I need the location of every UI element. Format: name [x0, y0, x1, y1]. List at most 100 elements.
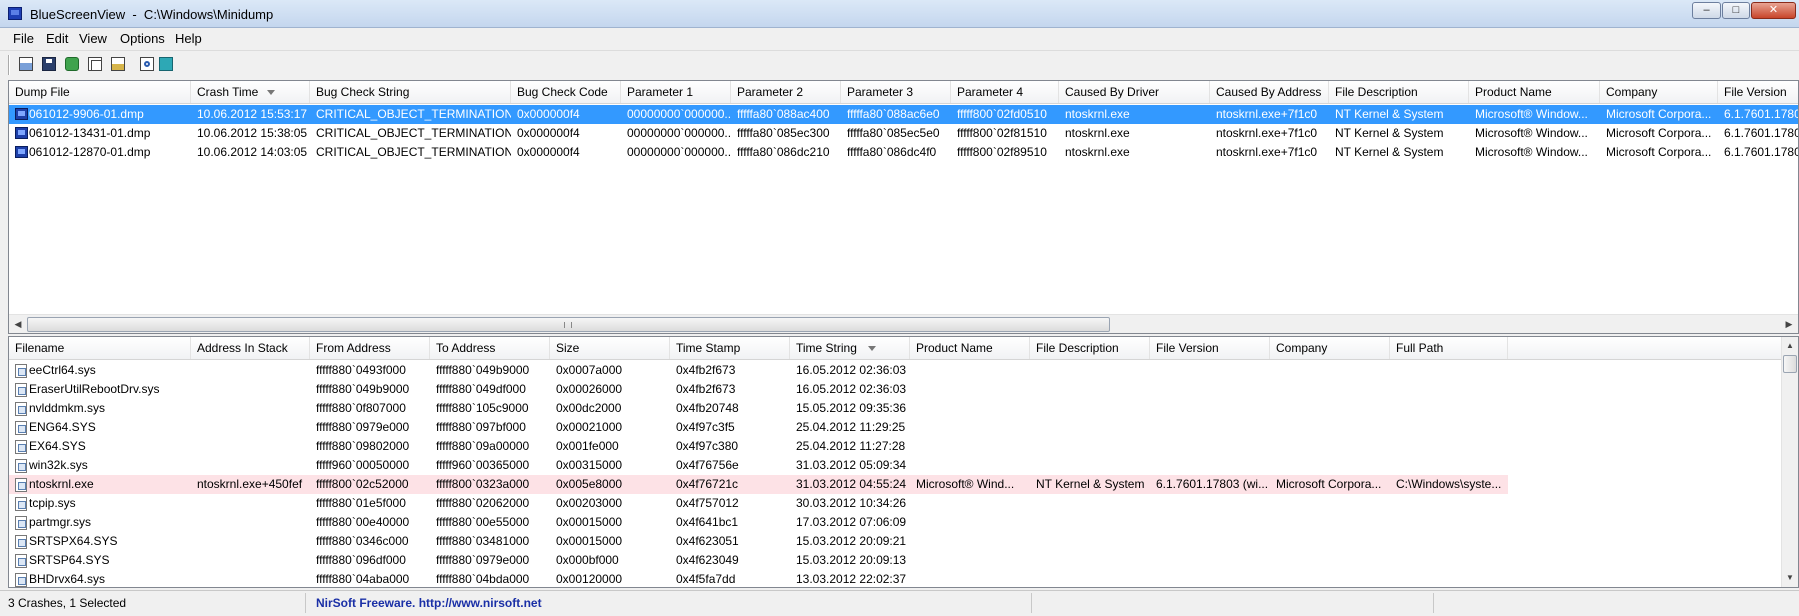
- col-caused-by-address[interactable]: Caused By Address: [1210, 81, 1329, 103]
- cell-file-version: [1150, 361, 1270, 380]
- menu-help[interactable]: Help: [175, 31, 202, 46]
- module-row[interactable]: SRTSP64.SYS fffff880`096df000 fffff880`097…: [9, 551, 1508, 570]
- minimize-button[interactable]: –: [1692, 2, 1721, 19]
- crash-row[interactable]: 061012-13431-01.dmp 10.06.2012 15:38:05 …: [9, 124, 1798, 143]
- properties-icon[interactable]: [17, 55, 35, 73]
- col-company[interactable]: Company: [1270, 337, 1390, 359]
- menu-view[interactable]: View: [79, 31, 107, 46]
- cell-filename: tcpip.sys: [29, 496, 76, 510]
- col-time-string[interactable]: Time String: [790, 337, 910, 359]
- col-file-description[interactable]: File Description: [1329, 81, 1469, 103]
- col-crash-time[interactable]: Crash Time: [191, 81, 310, 103]
- cell-parameter-4: fffff800`02fd0510: [957, 107, 1047, 121]
- cell-time-string: 25.04.2012 11:29:25: [796, 420, 906, 434]
- cell-from-address: fffff880`00e40000: [316, 515, 410, 529]
- col-company[interactable]: Company: [1600, 81, 1718, 103]
- close-button[interactable]: ✕: [1751, 2, 1796, 19]
- maximize-button[interactable]: □: [1722, 2, 1750, 19]
- col-bug-check-code[interactable]: Bug Check Code: [511, 81, 621, 103]
- menu-file[interactable]: File: [13, 31, 34, 46]
- cell-product-name: [910, 456, 1030, 475]
- cell-full-path: [1390, 551, 1508, 570]
- menu-edit[interactable]: Edit: [46, 31, 68, 46]
- col-file-description[interactable]: File Description: [1030, 337, 1150, 359]
- col-caused-by-driver[interactable]: Caused By Driver: [1059, 81, 1210, 103]
- cell-to-address: fffff880`02062000: [436, 496, 530, 510]
- module-row[interactable]: tcpip.sys fffff880`01e5f000 fffff880`02062…: [9, 494, 1508, 513]
- cell-file-version: 6.1.7601.1780: [1724, 107, 1799, 121]
- scroll-right-icon[interactable]: ▶: [1782, 318, 1796, 331]
- cell-bug-check-string: CRITICAL_OBJECT_TERMINATION: [316, 107, 511, 121]
- cell-parameter-1: 00000000`000000...: [627, 126, 731, 140]
- cell-bug-check-code: 0x000000f4: [517, 145, 580, 159]
- col-address-in-stack[interactable]: Address In Stack: [191, 337, 310, 359]
- cell-parameter-2: fffffa80`086dc210: [737, 145, 830, 159]
- col-product-name[interactable]: Product Name: [910, 337, 1030, 359]
- col-file-version[interactable]: File Version: [1150, 337, 1270, 359]
- scroll-left-icon[interactable]: ◀: [11, 318, 25, 331]
- cell-size: 0x005e8000: [556, 477, 623, 491]
- col-filename[interactable]: Filename: [9, 337, 191, 359]
- cell-from-address: fffff800`02c52000: [316, 477, 409, 491]
- cell-company: Microsoft Corpora...: [1606, 126, 1712, 140]
- module-row[interactable]: eeCtrl64.sys fffff880`0493f000 fffff880`04…: [9, 361, 1508, 380]
- cell-product-name: Microsoft® Wind...: [916, 477, 1015, 491]
- col-file-version[interactable]: File Version: [1718, 81, 1798, 103]
- col-time-stamp[interactable]: Time Stamp: [670, 337, 790, 359]
- col-parameter-1[interactable]: Parameter 1: [621, 81, 731, 103]
- module-row[interactable]: BHDrvx64.sys fffff880`04aba000 fffff880`04…: [9, 570, 1508, 587]
- module-row[interactable]: partmgr.sys fffff880`00e40000 fffff880`00e…: [9, 513, 1508, 532]
- module-row[interactable]: nvlddmkm.sys fffff880`0f807000 fffff880`10…: [9, 399, 1508, 418]
- find-icon[interactable]: [138, 55, 156, 73]
- save-icon[interactable]: [40, 55, 58, 73]
- col-from-address[interactable]: From Address: [310, 337, 430, 359]
- cell-product-name: [910, 380, 1030, 399]
- col-to-address[interactable]: To Address: [430, 337, 550, 359]
- module-row[interactable]: EraserUtilRebootDrv.sys fffff880`049b9000…: [9, 380, 1508, 399]
- module-list[interactable]: Filename Address In Stack From Address T…: [8, 336, 1799, 588]
- crash-row[interactable]: 061012-9906-01.dmp 10.06.2012 15:53:17 C…: [9, 105, 1799, 124]
- col-dump-file[interactable]: Dump File: [9, 81, 191, 103]
- cell-address-in-stack: [191, 437, 310, 456]
- cell-crash-time: 10.06.2012 15:53:17: [197, 107, 308, 121]
- module-row[interactable]: SRTSPX64.SYS fffff880`0346c000 fffff880`03…: [9, 532, 1508, 551]
- scroll-up-icon[interactable]: ▲: [1784, 339, 1796, 353]
- scrollbar-thumb[interactable]: [1783, 355, 1797, 373]
- scroll-down-icon[interactable]: ▼: [1784, 571, 1796, 585]
- refresh-icon[interactable]: [63, 55, 81, 73]
- module-row[interactable]: ENG64.SYS fffff880`0979e000 fffff880`097bf…: [9, 418, 1508, 437]
- app-icon: [8, 7, 22, 20]
- nirsoft-link[interactable]: NirSoft Freeware. http://www.nirsoft.net: [310, 593, 1032, 613]
- col-parameter-4[interactable]: Parameter 4: [951, 81, 1059, 103]
- advanced-options-icon[interactable]: [109, 55, 127, 73]
- module-row[interactable]: ntoskrnl.exe ntoskrnl.exe+450fef fffff800`…: [9, 475, 1508, 494]
- menu-options[interactable]: Options: [120, 31, 165, 46]
- scrollbar-thumb[interactable]: [27, 317, 1110, 332]
- cell-address-in-stack: [191, 399, 310, 418]
- col-parameter-3[interactable]: Parameter 3: [841, 81, 951, 103]
- cell-size: 0x00015000: [556, 515, 623, 529]
- vertical-scrollbar[interactable]: ▲ ▼: [1781, 337, 1798, 587]
- horizontal-scrollbar[interactable]: ◀ ▶: [9, 314, 1798, 333]
- cell-file-description: [1030, 418, 1150, 437]
- module-row[interactable]: win32k.sys fffff960`00050000 fffff960`0036…: [9, 456, 1508, 475]
- module-row[interactable]: EX64.SYS fffff880`09802000 fffff880`09a000…: [9, 437, 1508, 456]
- col-product-name[interactable]: Product Name: [1469, 81, 1600, 103]
- col-size[interactable]: Size: [550, 337, 670, 359]
- col-parameter-2[interactable]: Parameter 2: [731, 81, 841, 103]
- exit-icon[interactable]: [157, 55, 175, 73]
- cell-from-address: fffff880`0979e000: [316, 420, 410, 434]
- cell-full-path: [1390, 494, 1508, 513]
- cell-address-in-stack: [191, 570, 310, 587]
- cell-file-version: [1150, 437, 1270, 456]
- crash-list[interactable]: Dump File Crash Time Bug Check String Bu…: [8, 80, 1799, 334]
- col-bug-check-string[interactable]: Bug Check String: [310, 81, 511, 103]
- cell-time-stamp: 0x4fb2f673: [676, 363, 736, 377]
- cell-parameter-3: fffffa80`086dc4f0: [847, 145, 937, 159]
- col-full-path[interactable]: Full Path: [1390, 337, 1508, 359]
- cell-file-description: NT Kernel & System: [1335, 145, 1444, 159]
- cell-company: [1270, 494, 1390, 513]
- crash-row[interactable]: 061012-12870-01.dmp 10.06.2012 14:03:05 …: [9, 143, 1798, 162]
- copy-icon[interactable]: [86, 55, 104, 73]
- cell-size: 0x001fe000: [556, 439, 619, 453]
